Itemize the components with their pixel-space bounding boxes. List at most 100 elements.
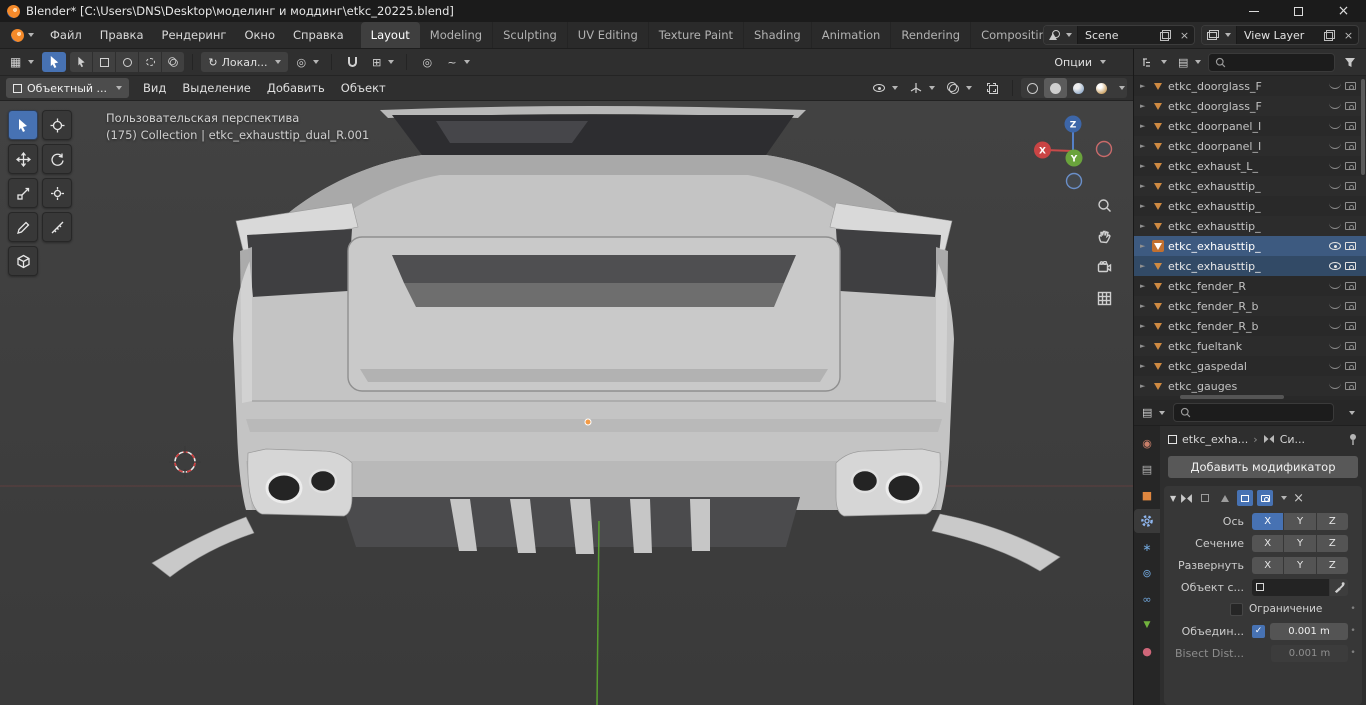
eye-closed-icon[interactable] [1329,283,1341,289]
tab-modeling[interactable]: Modeling [420,22,493,48]
zoom-button[interactable] [1091,192,1117,218]
camera-icon[interactable] [1345,162,1356,170]
select-box-tool[interactable] [8,110,38,140]
on-cage-toggle[interactable] [1197,490,1213,506]
transform-orientation-dropdown[interactable]: ↻ Локал... [201,52,288,72]
flip-z-button[interactable]: Z [1317,557,1348,574]
eye-open-icon[interactable] [1329,242,1341,250]
eye-closed-icon[interactable] [1329,103,1341,109]
snap-target-dropdown[interactable]: ⊞ [368,52,398,72]
delete-modifier-button[interactable]: × [1293,492,1304,505]
outliner-filter-button[interactable] [1338,52,1362,72]
outliner-row[interactable]: ►etkc_fender_R_b [1134,296,1366,316]
close-button[interactable]: × [1321,0,1366,22]
pivot-point-dropdown[interactable]: ◎ [292,52,323,72]
camera-icon[interactable] [1345,102,1356,110]
eye-closed-icon[interactable] [1329,343,1341,349]
camera-icon[interactable] [1345,262,1356,270]
eye-closed-icon[interactable] [1329,183,1341,189]
expand-arrow-icon[interactable]: ► [1140,182,1148,190]
eye-closed-icon[interactable] [1329,163,1341,169]
modifiers-tab[interactable] [1134,509,1160,533]
clipping-checkbox[interactable] [1230,603,1243,616]
expand-arrow-icon[interactable]: ► [1140,282,1148,290]
expand-arrow-icon[interactable]: ► [1140,102,1148,110]
expand-arrow-icon[interactable]: ► [1140,302,1148,310]
breadcrumb-object[interactable]: etkc_exha... [1182,433,1248,446]
select-intersect-button[interactable] [162,52,184,72]
modifier-extras-dropdown[interactable] [1281,496,1287,500]
menu-select[interactable]: Выделение [174,76,259,100]
scene-name[interactable]: Scene [1078,29,1156,42]
3d-viewport[interactable]: Пользовательская перспектива (175) Colle… [0,101,1133,705]
menu-help[interactable]: Справка [284,22,353,48]
properties-search-input[interactable] [1173,403,1334,422]
camera-icon[interactable] [1345,282,1356,290]
menu-window[interactable]: Окно [235,22,284,48]
render-tab[interactable]: ◉ [1134,431,1160,455]
tweak-select-button[interactable] [70,52,92,72]
expand-arrow-icon[interactable]: ► [1140,342,1148,350]
tab-sculpting[interactable]: Sculpting [493,22,568,48]
xray-toggle[interactable] [980,78,1004,98]
outliner-editor-type-button[interactable] [1138,52,1171,72]
camera-icon[interactable] [1345,182,1356,190]
outliner-row[interactable]: ►etkc_exhaust_L_ [1134,156,1366,176]
expand-arrow-icon[interactable]: ► [1140,222,1148,230]
browse-view-layer-button[interactable] [1202,26,1237,44]
eye-closed-icon[interactable] [1329,203,1341,209]
merge-checkbox[interactable]: ✓ [1252,625,1265,638]
tab-compositing[interactable]: Compositing [971,22,1043,48]
toggle-ortho-button[interactable] [1091,285,1117,311]
menu-object[interactable]: Объект [333,76,394,100]
outliner-row[interactable]: ►etkc_exhausttip_ [1134,176,1366,196]
browse-scene-button[interactable] [1044,26,1078,44]
mode-dropdown[interactable]: Объектный ... [6,78,129,98]
box-select-button[interactable] [93,52,115,72]
tab-layout[interactable]: Layout [361,22,420,48]
eye-closed-icon[interactable] [1329,143,1341,149]
eye-closed-icon[interactable] [1329,223,1341,229]
shading-dropdown[interactable] [1113,78,1127,98]
expand-arrow-icon[interactable]: ► [1140,242,1148,250]
bisect-x-button[interactable]: X [1252,535,1283,552]
eye-closed-icon[interactable] [1329,383,1341,389]
outliner-row[interactable]: ►etkc_gauges [1134,376,1366,396]
animate-dot[interactable]: • [1348,604,1358,614]
expand-arrow-icon[interactable]: ► [1140,162,1148,170]
menu-render[interactable]: Рендеринг [153,22,236,48]
view-layer-name[interactable]: View Layer [1237,29,1320,42]
cursor-tool[interactable] [42,110,72,140]
gizmos-dropdown[interactable] [906,78,939,98]
snap-toggle-button[interactable] [340,52,364,72]
new-view-layer-button[interactable] [1320,26,1339,44]
material-tab[interactable]: ● [1134,639,1160,663]
solid-shading-button[interactable] [1044,78,1067,98]
gizmo-neg-x-axis[interactable] [1097,142,1112,157]
unlink-scene-button[interactable]: × [1175,26,1194,44]
camera-icon[interactable] [1345,82,1356,90]
gizmo-neg-z-axis[interactable] [1067,174,1082,189]
tab-uv-editing[interactable]: UV Editing [568,22,649,48]
camera-icon[interactable] [1345,382,1356,390]
pin-icon[interactable] [1348,433,1358,446]
axis-y-button[interactable]: Y [1284,513,1315,530]
move-tool[interactable] [8,144,38,174]
camera-icon[interactable] [1345,302,1356,310]
expand-arrow-icon[interactable]: ► [1140,362,1148,370]
mirror-object-field[interactable] [1252,579,1329,596]
camera-icon[interactable] [1345,222,1356,230]
overlays-dropdown[interactable] [943,78,976,98]
camera-icon[interactable] [1345,122,1356,130]
eye-closed-icon[interactable] [1329,123,1341,129]
expand-arrow-icon[interactable]: ► [1140,122,1148,130]
active-tool-button[interactable] [42,52,66,72]
eyedropper-button[interactable] [1330,579,1348,596]
eye-open-icon[interactable] [1329,262,1341,270]
eye-closed-icon[interactable] [1329,83,1341,89]
menu-view[interactable]: Вид [135,76,174,100]
outliner-row[interactable]: ►etkc_gaspedal [1134,356,1366,376]
camera-icon[interactable] [1345,342,1356,350]
wireframe-shading-button[interactable] [1021,78,1044,98]
transform-tool[interactable] [42,178,72,208]
